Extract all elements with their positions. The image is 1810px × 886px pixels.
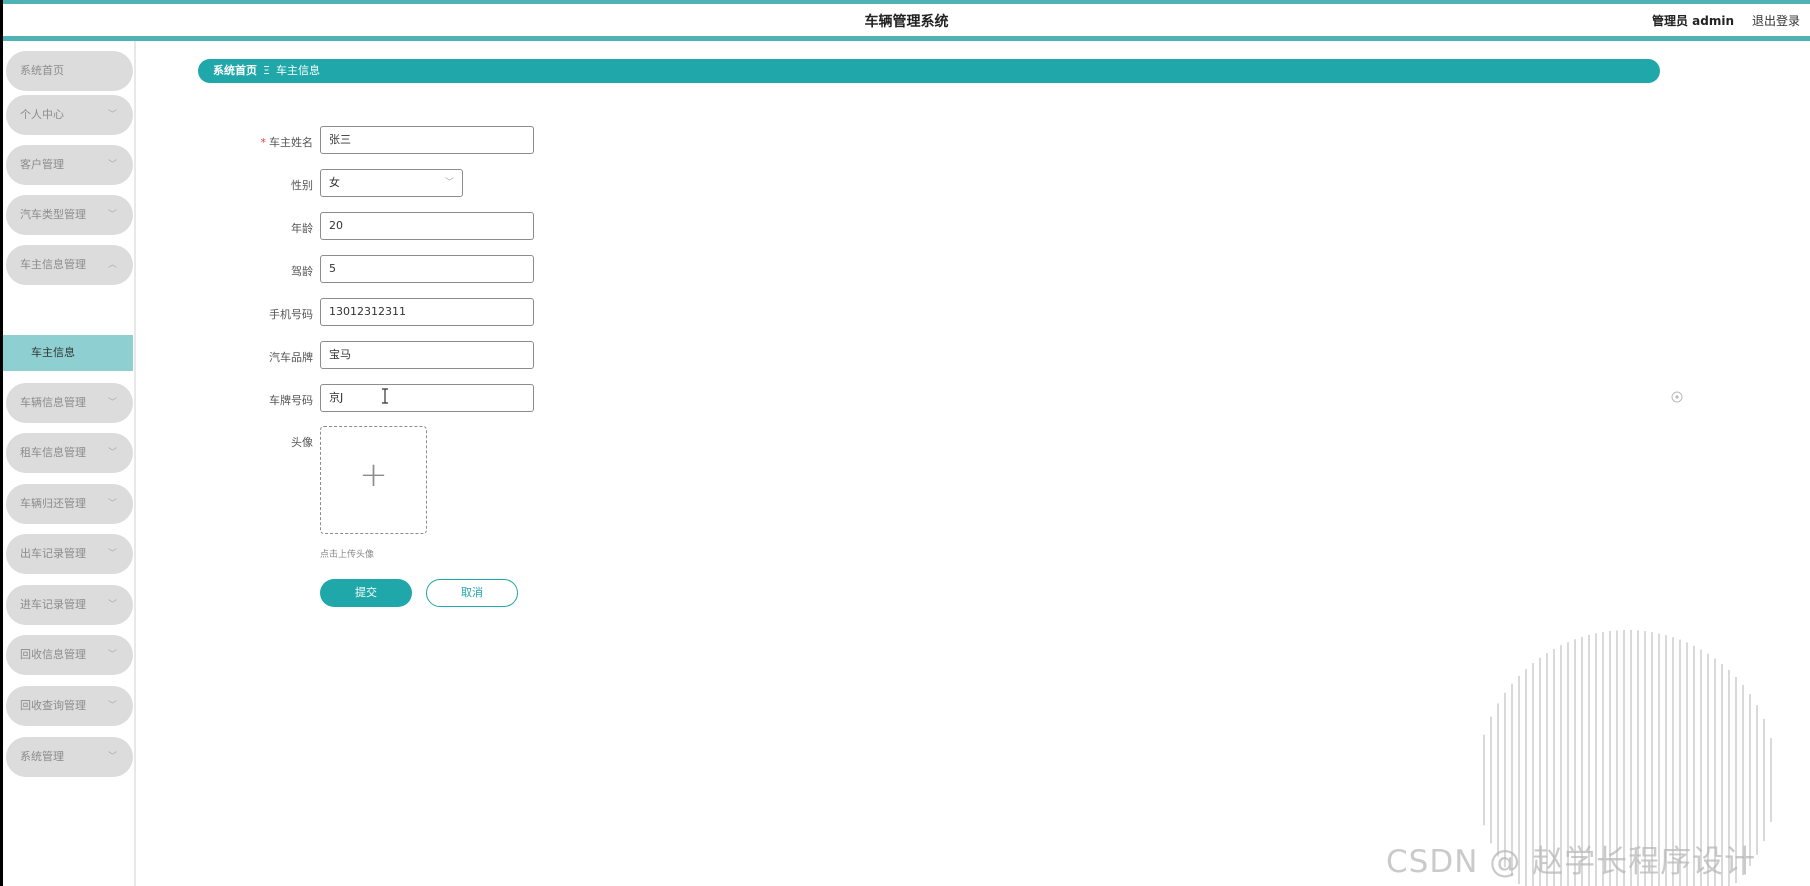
target-icon bbox=[1671, 391, 1683, 403]
chevron-up-icon: ︿ bbox=[107, 260, 117, 270]
sidebar-item-vehicle-info[interactable]: 车辆信息管理 ﹀ bbox=[6, 383, 133, 423]
chevron-down-icon: ﹀ bbox=[107, 499, 117, 509]
brand-label: 汽车品牌 bbox=[269, 351, 313, 364]
sidebar-item-owner-info[interactable]: 车主信息管理 ︿ bbox=[6, 245, 133, 285]
plus-icon: + bbox=[359, 455, 388, 495]
sidebar-item-customers[interactable]: 客户管理 ﹀ bbox=[6, 145, 133, 185]
sidebar-item-label: 车辆信息管理 bbox=[20, 396, 86, 409]
sidebar-item-label: 汽车类型管理 bbox=[20, 208, 86, 221]
driving-years-label: 驾龄 bbox=[291, 265, 313, 278]
brand-input[interactable]: 宝马 bbox=[320, 341, 534, 369]
chevron-down-icon: ﹀ bbox=[107, 549, 117, 559]
sidebar-item-recycling-info[interactable]: 回收信息管理 ﹀ bbox=[6, 635, 133, 675]
sidebar-item-label: 系统管理 bbox=[20, 750, 64, 763]
sidebar-item-system-settings[interactable]: 系统管理 ﹀ bbox=[6, 737, 133, 777]
sidebar-item-label: 进车记录管理 bbox=[20, 598, 86, 611]
text-cursor-icon bbox=[382, 388, 388, 404]
chevron-down-icon: ﹀ bbox=[107, 448, 117, 458]
age-label: 年龄 bbox=[291, 222, 313, 235]
phone-label: 手机号码 bbox=[269, 308, 313, 321]
gender-selected-value: 女 bbox=[329, 176, 340, 189]
sidebar-item-home[interactable]: 系统首页 bbox=[6, 51, 133, 91]
sidebar-item-vehicle-return[interactable]: 车辆归还管理 ﹀ bbox=[6, 484, 133, 524]
chevron-down-icon: ﹀ bbox=[107, 600, 117, 610]
driving-years-input[interactable]: 5 bbox=[320, 255, 534, 283]
chevron-down-icon: ﹀ bbox=[107, 160, 117, 170]
owner-name-label: * 车主姓名 bbox=[260, 136, 314, 149]
logout-link[interactable]: 退出登录 bbox=[1752, 12, 1800, 29]
avatar-upload[interactable]: + bbox=[320, 426, 427, 534]
sidebar-item-label: 出车记录管理 bbox=[20, 547, 86, 560]
sidebar: 系统首页 个人中心 ﹀ 客户管理 ﹀ 汽车类型管理 ﹀ 车主信息管理 ︿ 车主信息 车辆… bbox=[3, 41, 136, 886]
sidebar-item-personal-center[interactable]: 个人中心 ﹀ bbox=[6, 95, 133, 135]
chevron-down-icon: ﹀ bbox=[107, 650, 117, 660]
sidebar-item-label: 客户管理 bbox=[20, 158, 64, 171]
plate-label: 车牌号码 bbox=[269, 394, 313, 407]
sidebar-subitem-owner-info[interactable]: 车主信息 bbox=[3, 335, 133, 371]
app-header: 车辆管理系统 管理员 admin 退出登录 bbox=[3, 4, 1810, 36]
sidebar-item-recycling-query[interactable]: 回收查询管理 ﹀ bbox=[6, 686, 133, 726]
sidebar-item-label: 车辆归还管理 bbox=[20, 497, 86, 510]
chevron-down-icon: ﹀ bbox=[107, 752, 117, 762]
sidebar-item-car-types[interactable]: 汽车类型管理 ﹀ bbox=[6, 195, 133, 235]
csdn-watermark: CSDN @ 赵学长程序设计 bbox=[1386, 844, 1757, 880]
sidebar-item-rental-info[interactable]: 租车信息管理 ﹀ bbox=[6, 433, 133, 473]
sidebar-item-inbound-records[interactable]: 进车记录管理 ﹀ bbox=[6, 585, 133, 625]
phone-input[interactable]: 13012312311 bbox=[320, 298, 534, 326]
required-marker: * bbox=[260, 136, 267, 149]
breadcrumb-home[interactable]: 系统首页 bbox=[213, 64, 257, 77]
sidebar-item-label: 个人中心 bbox=[20, 108, 64, 121]
avatar-upload-hint: 点击上传头像 bbox=[320, 550, 375, 560]
cancel-button[interactable]: 取消 bbox=[426, 579, 518, 607]
plate-input[interactable]: 京J bbox=[320, 384, 534, 412]
breadcrumb: 系统首页 Ξ 车主信息 bbox=[198, 59, 1660, 83]
chevron-down-icon: ﹀ bbox=[107, 701, 117, 711]
gender-label: 性别 bbox=[291, 179, 313, 192]
sidebar-item-outbound-records[interactable]: 出车记录管理 ﹀ bbox=[6, 534, 133, 574]
chevron-down-icon: ﹀ bbox=[107, 110, 117, 120]
app-title: 车辆管理系统 bbox=[864, 14, 949, 30]
sidebar-item-label: 系统首页 bbox=[20, 64, 64, 77]
sidebar-item-label: 租车信息管理 bbox=[20, 446, 86, 459]
breadcrumb-current: 车主信息 bbox=[275, 64, 320, 77]
owner-name-input[interactable]: 张三 bbox=[320, 126, 534, 154]
gender-select[interactable]: 女 ﹀ bbox=[320, 169, 463, 197]
sidebar-item-label: 车主信息管理 bbox=[20, 258, 86, 271]
current-user: 管理员 admin bbox=[1651, 14, 1734, 28]
chevron-down-icon: ﹀ bbox=[444, 178, 454, 188]
age-input[interactable]: 20 bbox=[320, 212, 534, 240]
chevron-down-icon: ﹀ bbox=[107, 398, 117, 408]
sidebar-item-label: 回收查询管理 bbox=[20, 699, 86, 712]
submit-button[interactable]: 提交 bbox=[320, 579, 412, 607]
header-divider bbox=[3, 36, 1810, 41]
avatar-label: 头像 bbox=[291, 436, 313, 449]
sidebar-item-label: 回收信息管理 bbox=[20, 648, 86, 661]
chevron-down-icon: ﹀ bbox=[107, 210, 117, 220]
breadcrumb-separator-icon: Ξ bbox=[263, 64, 270, 77]
